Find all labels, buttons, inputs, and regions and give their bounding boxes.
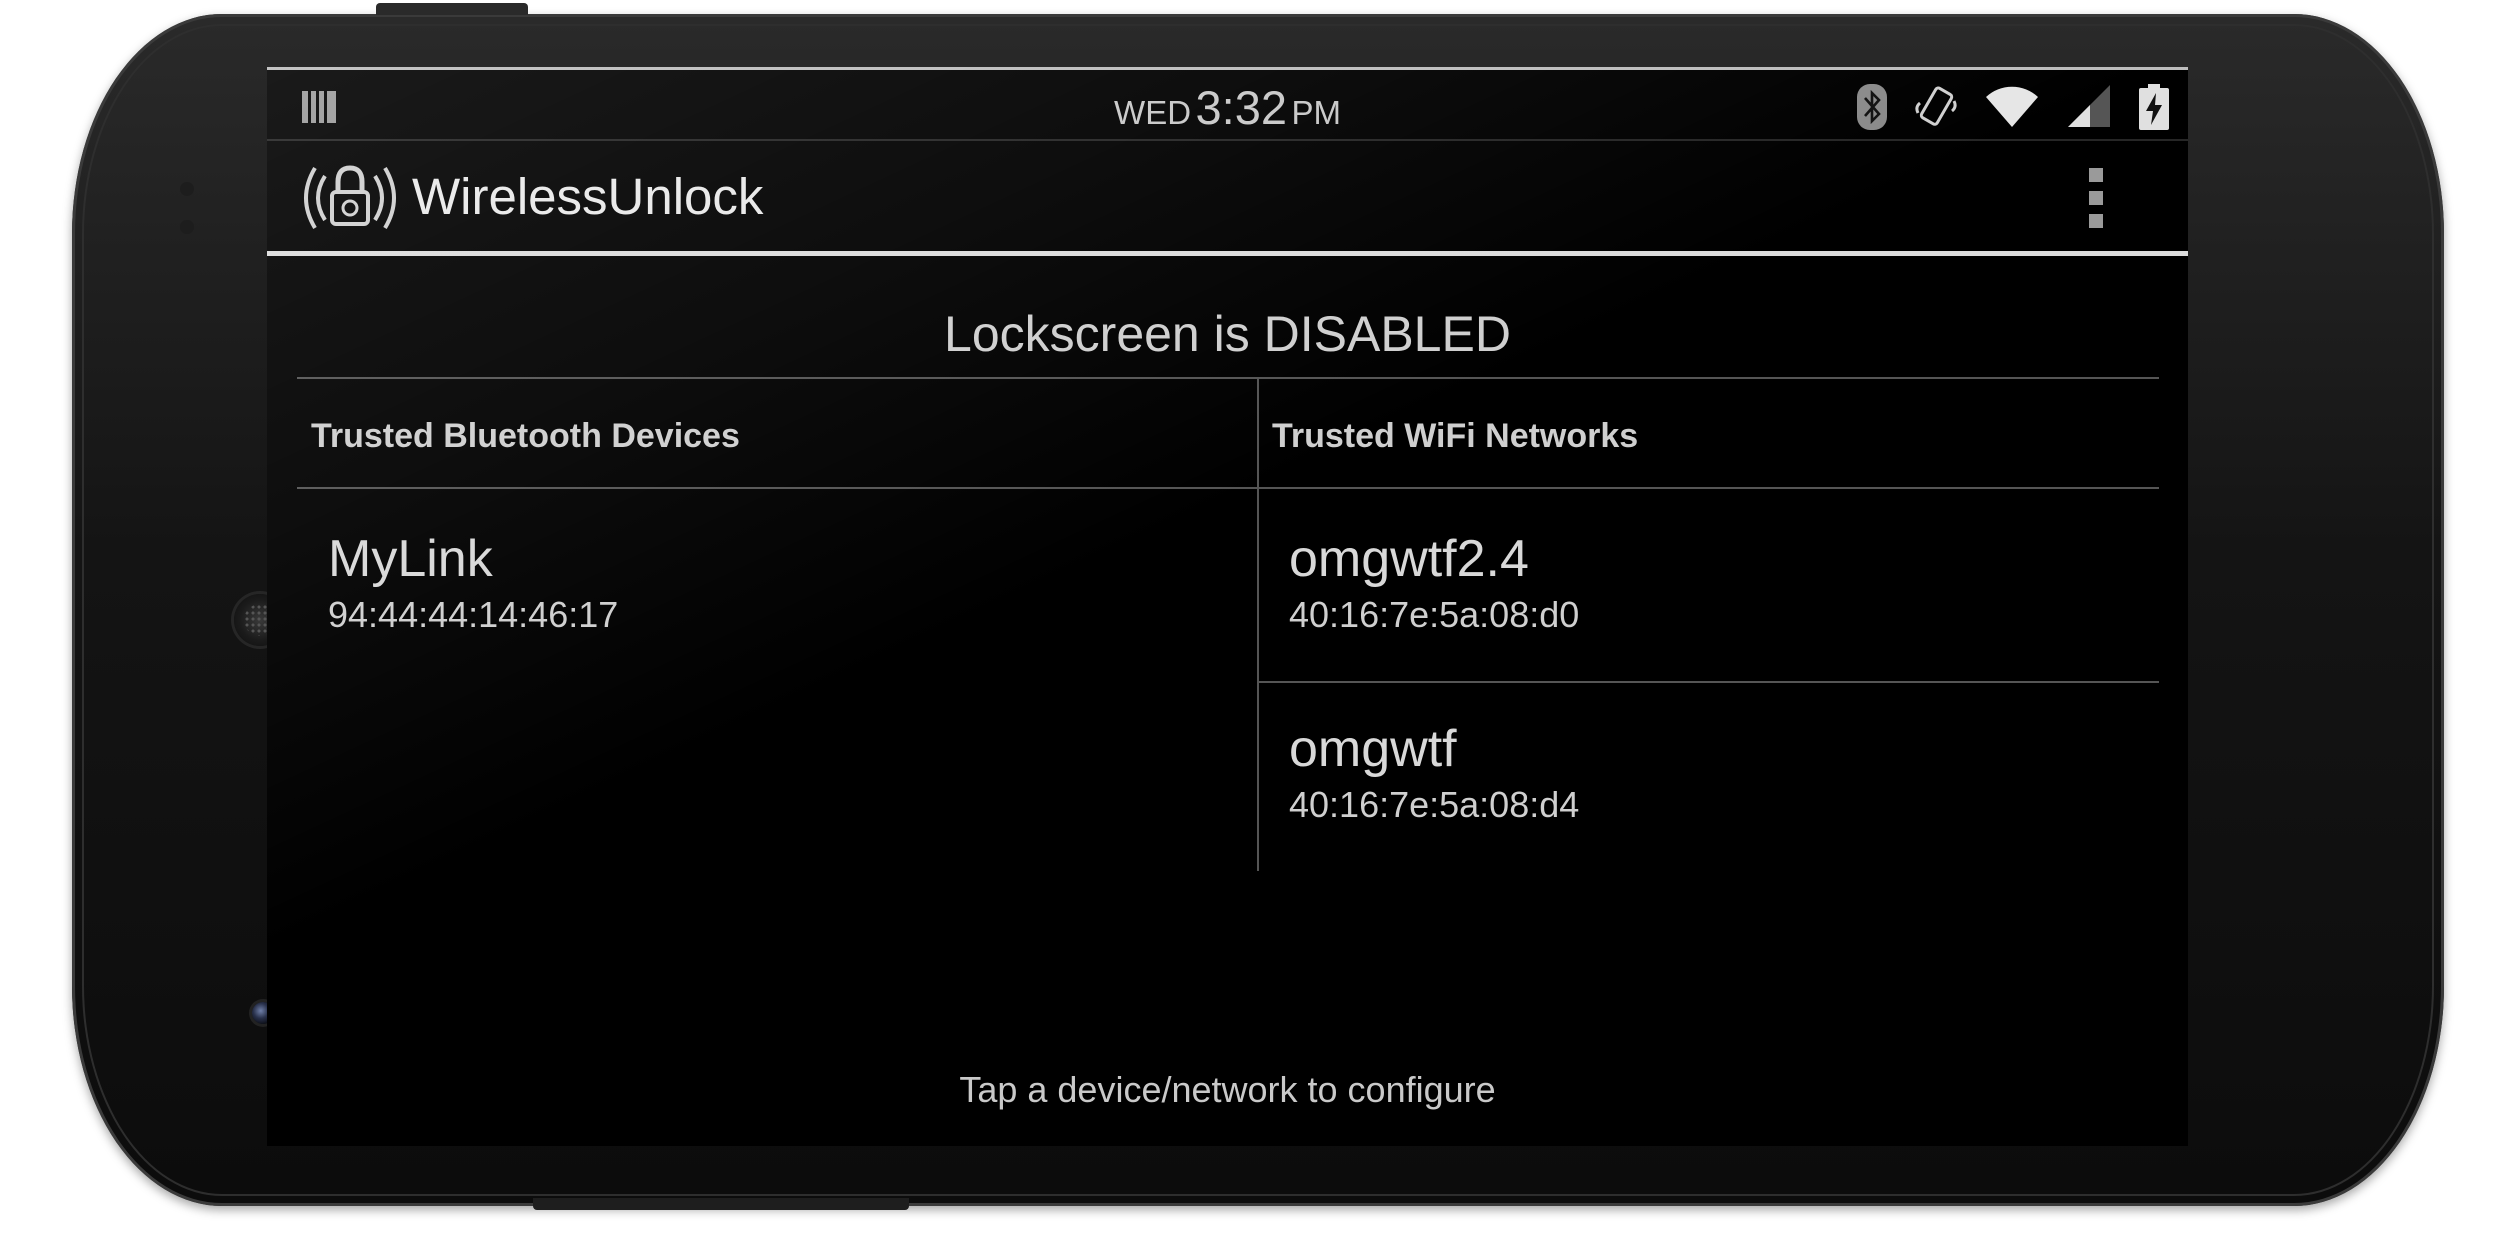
bluetooth-header: Trusted Bluetooth Devices <box>311 417 740 455</box>
status-icons <box>1856 80 2170 134</box>
status-bar: WED 3:32 PM <box>267 67 2188 141</box>
proximity-sensor <box>180 182 194 196</box>
wireless-lock-icon[interactable] <box>301 160 399 236</box>
screen: WED 3:32 PM WirelessUnlock Lockscreen is… <box>267 67 2188 1146</box>
device-name: MyLink <box>328 530 493 588</box>
lockscreen-status: Lockscreen is DISABLED <box>944 306 1511 362</box>
wifi-icon <box>1986 86 2038 127</box>
network-name: omgwtf2.4 <box>1289 530 1529 588</box>
divider <box>297 377 2159 379</box>
network-address: 40:16:7e:5a:08:d0 <box>1289 594 1580 635</box>
action-bar: WirelessUnlock <box>267 141 2188 256</box>
network-address: 40:16:7e:5a:08:d4 <box>1289 784 1580 825</box>
divider <box>1258 681 2159 683</box>
volume-button <box>533 1198 909 1210</box>
status-time: 3:32 <box>1195 81 1287 134</box>
app-title: WirelessUnlock <box>412 168 764 225</box>
status-ampm: PM <box>1291 94 1341 131</box>
footer-hint: Tap a device/network to configure <box>959 1069 1496 1110</box>
vibrate-icon <box>1915 86 1957 126</box>
bluetooth-icon <box>1857 84 1887 130</box>
battery-charging-icon <box>2139 84 2169 130</box>
overflow-menu-icon[interactable] <box>2089 168 2105 228</box>
cell-signal-icon <box>2068 85 2110 127</box>
divider <box>297 487 2159 489</box>
status-day: WED <box>1114 94 1192 131</box>
power-button <box>376 3 528 15</box>
network-name: omgwtf <box>1289 720 1457 778</box>
device-address: 94:44:44:14:46:17 <box>328 594 619 635</box>
wifi-header: Trusted WiFi Networks <box>1272 417 1639 455</box>
column-divider <box>1257 378 1259 871</box>
light-sensor <box>180 220 194 234</box>
